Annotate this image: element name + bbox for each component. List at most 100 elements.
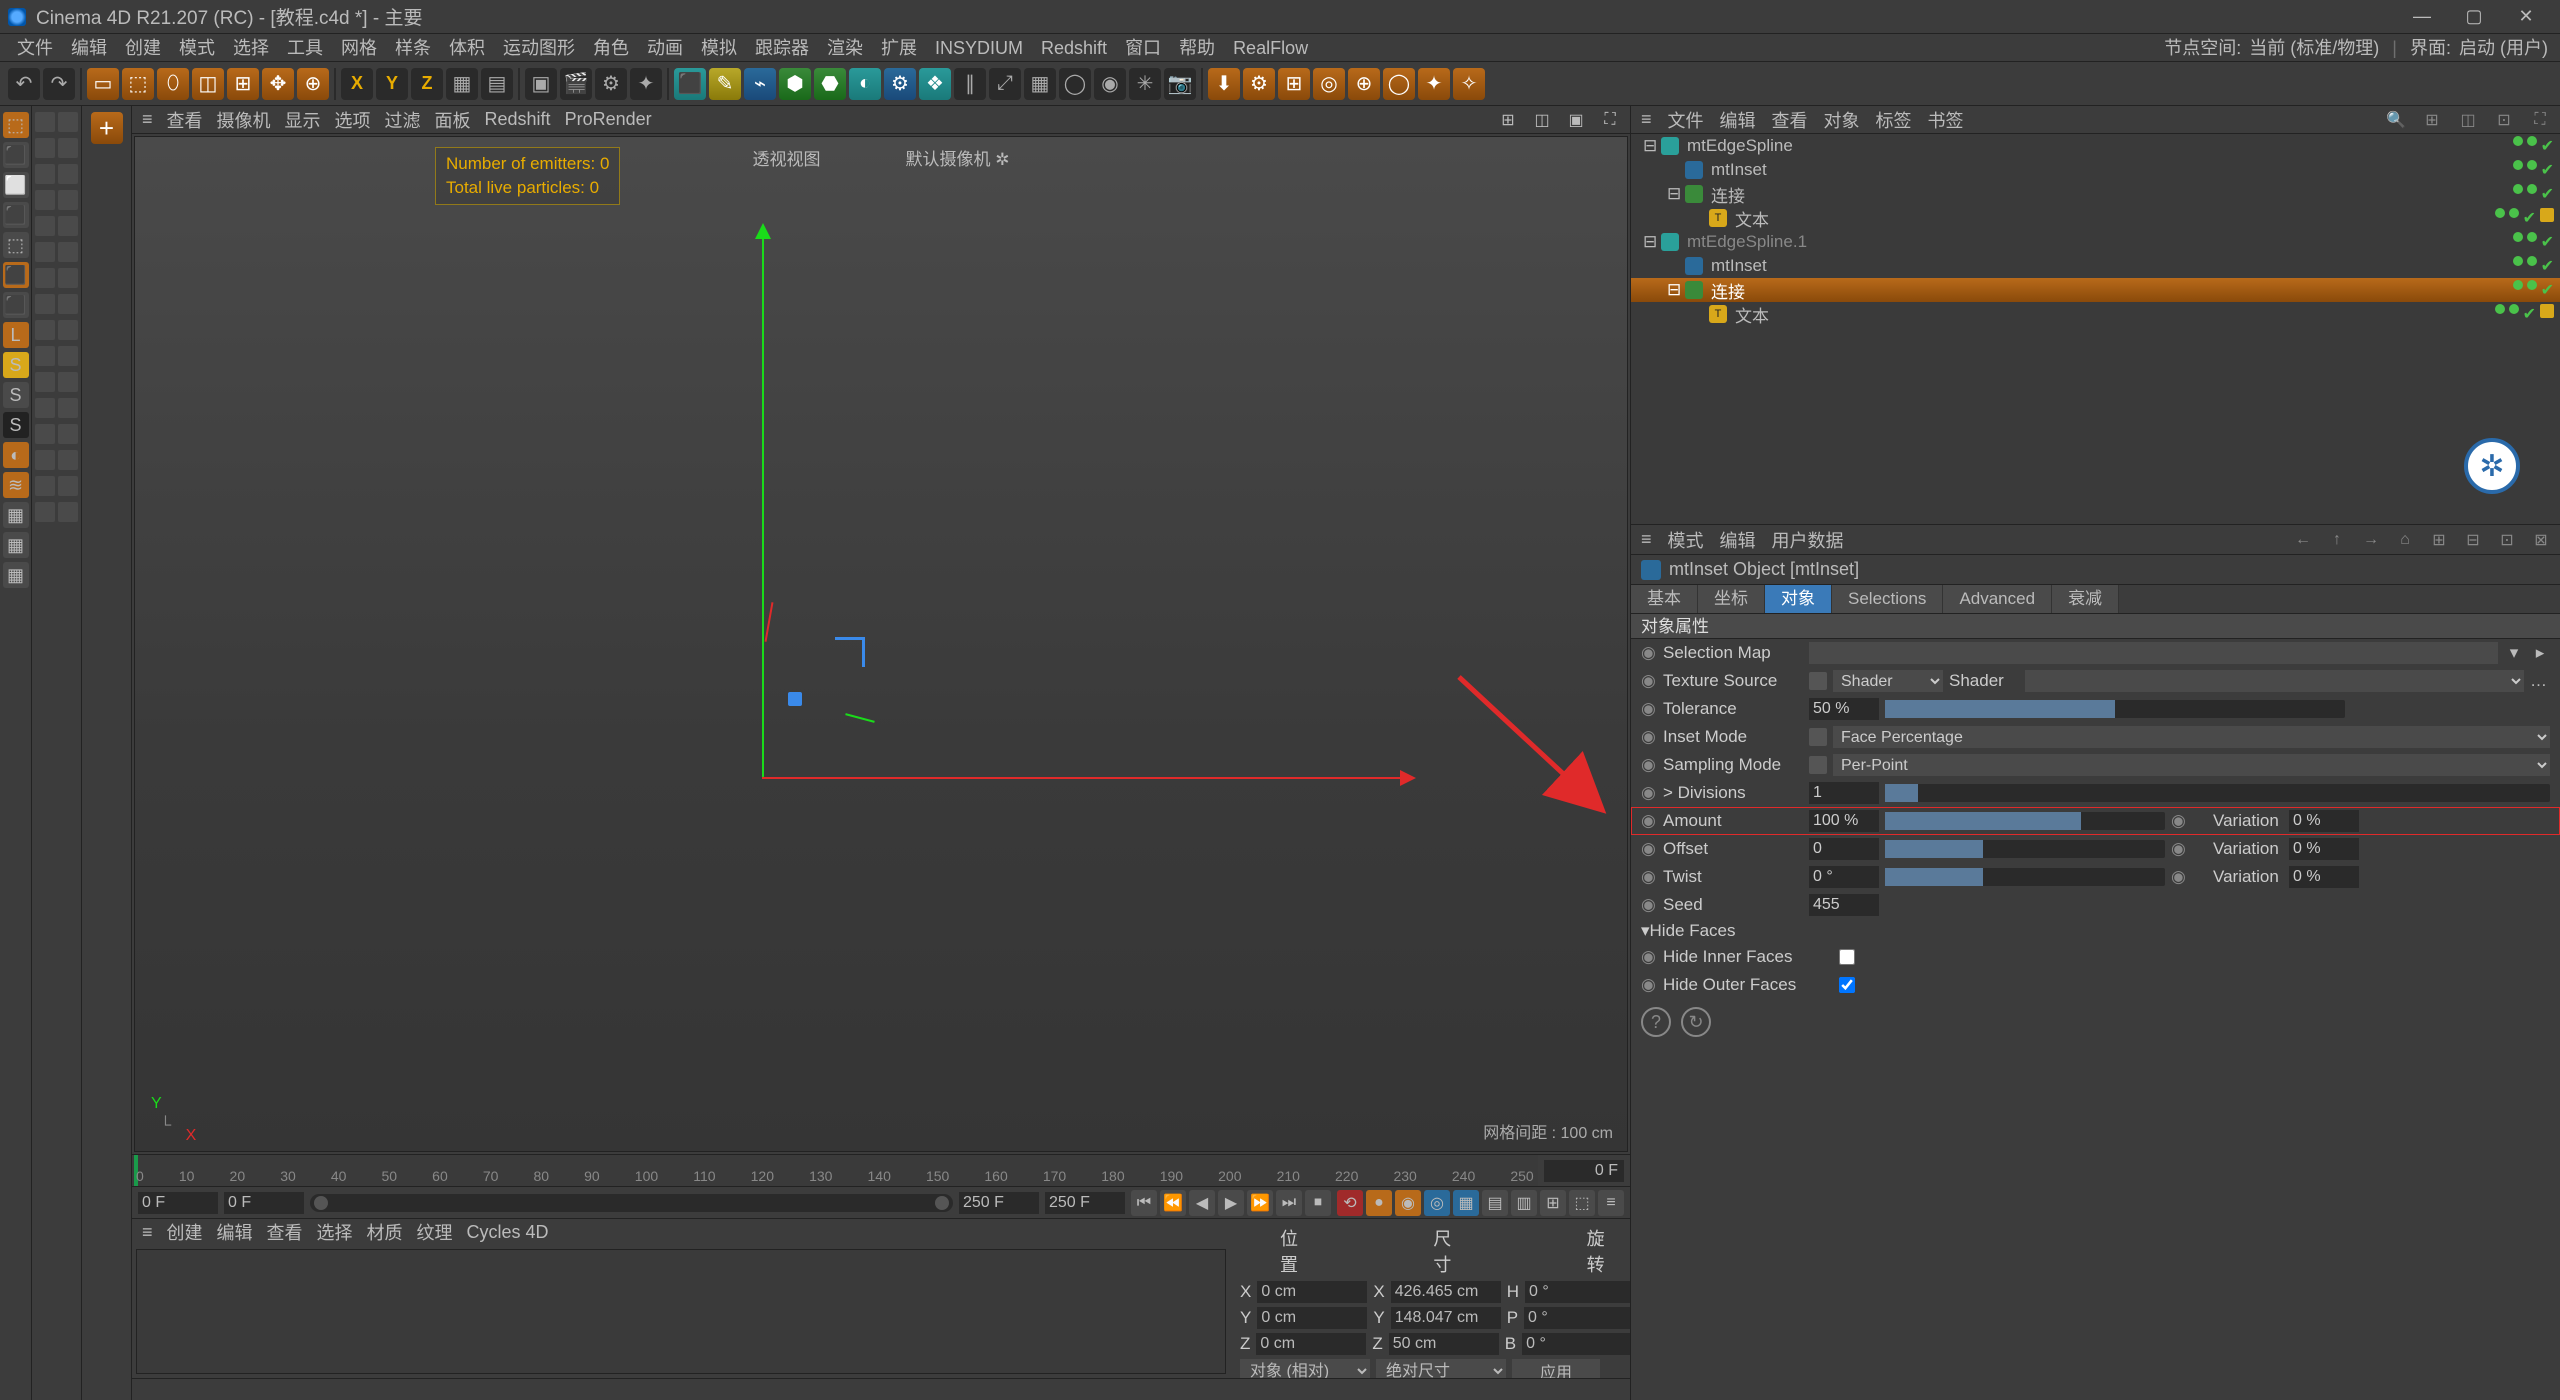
help-icon[interactable]: ?	[1641, 1007, 1671, 1037]
tree-name-1[interactable]: mtInset	[1707, 160, 2509, 180]
menu-创建[interactable]: 创建	[116, 34, 170, 62]
menu-运动图形[interactable]: 运动图形	[494, 34, 584, 62]
viewmenu-3[interactable]: 显示	[285, 107, 321, 133]
view-nav-3[interactable]: ⛶	[1600, 110, 1620, 130]
matmenu-3[interactable]: 查看	[267, 1219, 303, 1245]
tree-row-4[interactable]: ⊟ mtEdgeSpline.1 ✔	[1631, 230, 2560, 254]
attr-nav-0[interactable]: ←	[2294, 531, 2312, 549]
snap-group-2[interactable]	[35, 164, 78, 184]
render-tool-2[interactable]: ⚙	[595, 68, 627, 100]
objmenu-4[interactable]: 对象	[1824, 107, 1860, 133]
pos-Y[interactable]	[1257, 1307, 1367, 1329]
clear-icon[interactable]: …	[2530, 671, 2550, 691]
mode-btn-6[interactable]: ⬛	[3, 292, 29, 318]
render-tool-3[interactable]: ✦	[630, 68, 662, 100]
prim-tool-13[interactable]: ✳	[1129, 68, 1161, 100]
attr-nav-1[interactable]: ↑	[2328, 531, 2346, 549]
prim-tool-1[interactable]: ✎	[709, 68, 741, 100]
tree-row-1[interactable]: mtInset ✔	[1631, 158, 2560, 182]
hide-outer-checkbox[interactable]	[1839, 977, 1855, 993]
matmenu-5[interactable]: 材质	[367, 1219, 403, 1245]
amount-slider[interactable]	[1885, 812, 2165, 830]
viewmenu-4[interactable]: 选项	[335, 107, 371, 133]
menu-样条[interactable]: 样条	[386, 34, 440, 62]
plane-handle[interactable]	[835, 637, 865, 667]
mode-btn-11[interactable]: ◐	[3, 442, 29, 468]
attrmenu-1[interactable]: 模式	[1668, 527, 1704, 553]
objmgr-icon-1[interactable]: ⊞	[2422, 110, 2442, 130]
tree-row-6[interactable]: ⊟ 连接 ✔	[1631, 278, 2560, 302]
vis-render-6[interactable]	[2527, 280, 2537, 290]
mode-btn-0[interactable]: ⬚	[3, 112, 29, 138]
end-tool-6[interactable]: ✦	[1418, 68, 1450, 100]
viewmenu-7[interactable]: Redshift	[485, 109, 551, 130]
attrmenu-0[interactable]: ≡	[1641, 529, 1652, 550]
objmgr-icon-2[interactable]: ◫	[2458, 110, 2478, 130]
tree-row-0[interactable]: ⊟ mtEdgeSpline ✔	[1631, 134, 2560, 158]
tree-name-4[interactable]: mtEdgeSpline.1	[1683, 232, 2509, 252]
vis-editor-3[interactable]	[2495, 208, 2505, 218]
end-tool-7[interactable]: ✧	[1453, 68, 1485, 100]
matmenu-7[interactable]: Cycles 4D	[467, 1222, 549, 1243]
vis-editor-6[interactable]	[2513, 280, 2523, 290]
tlmode-btn-0[interactable]: ⟲	[1337, 1190, 1363, 1216]
vis-editor-1[interactable]	[2513, 160, 2523, 170]
vis-editor-5[interactable]	[2513, 256, 2523, 266]
menu-动画[interactable]: 动画	[638, 34, 692, 62]
seed-input[interactable]	[1809, 894, 1879, 916]
pos-Z[interactable]	[1256, 1333, 1366, 1355]
objmgr-icon-4[interactable]: ⛶	[2530, 110, 2550, 130]
enable-2[interactable]: ✔	[2541, 184, 2554, 204]
objmenu-5[interactable]: 标签	[1876, 107, 1912, 133]
pos-X[interactable]	[1257, 1281, 1367, 1303]
prim-tool-0[interactable]: ⬛	[674, 68, 706, 100]
size-X[interactable]	[1391, 1281, 1501, 1303]
menu-编辑[interactable]: 编辑	[62, 34, 116, 62]
tag-3[interactable]	[2540, 208, 2554, 222]
axis-x-gizmo[interactable]	[762, 777, 1402, 779]
play-btn-0[interactable]: ⏮	[1131, 1190, 1157, 1216]
end-tool-1[interactable]: ⚙	[1243, 68, 1275, 100]
snap-group-4[interactable]	[35, 216, 78, 236]
attrmenu-3[interactable]: 用户数据	[1772, 527, 1844, 553]
prim-tool-11[interactable]: ◯	[1059, 68, 1091, 100]
axis-y-gizmo[interactable]	[762, 237, 764, 777]
prim-tool-5[interactable]: ◐	[849, 68, 881, 100]
amount-variation-input[interactable]	[2289, 810, 2359, 832]
enable-1[interactable]: ✔	[2541, 160, 2554, 180]
mode-btn-4[interactable]: ⬚	[3, 232, 29, 258]
prim-tool-8[interactable]: ∥	[954, 68, 986, 100]
prim-tool-12[interactable]: ◉	[1094, 68, 1126, 100]
menu-网格[interactable]: 网格	[332, 34, 386, 62]
mode-btn-12[interactable]: ≋	[3, 472, 29, 498]
snap-group-1[interactable]	[35, 138, 78, 158]
attr-nav-7[interactable]: ⊠	[2532, 530, 2550, 550]
tlmode-btn-8[interactable]: ⬚	[1569, 1190, 1595, 1216]
attr-nav-2[interactable]: →	[2362, 531, 2380, 549]
menu-角色[interactable]: 角色	[584, 34, 638, 62]
viewmenu-1[interactable]: 查看	[167, 107, 203, 133]
sel-tool-0[interactable]: ▭	[87, 68, 119, 100]
vis-render-0[interactable]	[2527, 136, 2537, 146]
attr-tab-基本[interactable]: 基本	[1631, 585, 1698, 613]
texture-source-right[interactable]	[2025, 670, 2524, 692]
mode-btn-7[interactable]: L	[3, 322, 29, 348]
attr-tab-对象[interactable]: 对象	[1765, 585, 1832, 613]
inset-mode-select[interactable]: Face Percentage	[1833, 726, 2550, 748]
axis-z-button[interactable]: Z	[411, 68, 443, 100]
prim-tool-4[interactable]: ⬣	[814, 68, 846, 100]
divisions-slider[interactable]	[1885, 784, 2550, 802]
tree-name-0[interactable]: mtEdgeSpline	[1683, 136, 2509, 156]
objmenu-0[interactable]: ≡	[1641, 109, 1652, 130]
view-nav-2[interactable]: ▣	[1566, 110, 1586, 130]
play-btn-2[interactable]: ◀	[1189, 1190, 1215, 1216]
mode-btn-14[interactable]: ▦	[3, 532, 29, 558]
mode-btn-8[interactable]: S	[3, 352, 29, 378]
tree-row-2[interactable]: ⊟ 连接 ✔	[1631, 182, 2560, 206]
snap-group-9[interactable]	[35, 346, 78, 366]
viewmenu-2[interactable]: 摄像机	[217, 107, 271, 133]
sampling-mode-select[interactable]: Per-Point	[1833, 754, 2550, 776]
end-tool-5[interactable]: ◯	[1383, 68, 1415, 100]
tlmode-btn-9[interactable]: ≡	[1598, 1190, 1624, 1216]
enable-5[interactable]: ✔	[2541, 256, 2554, 276]
